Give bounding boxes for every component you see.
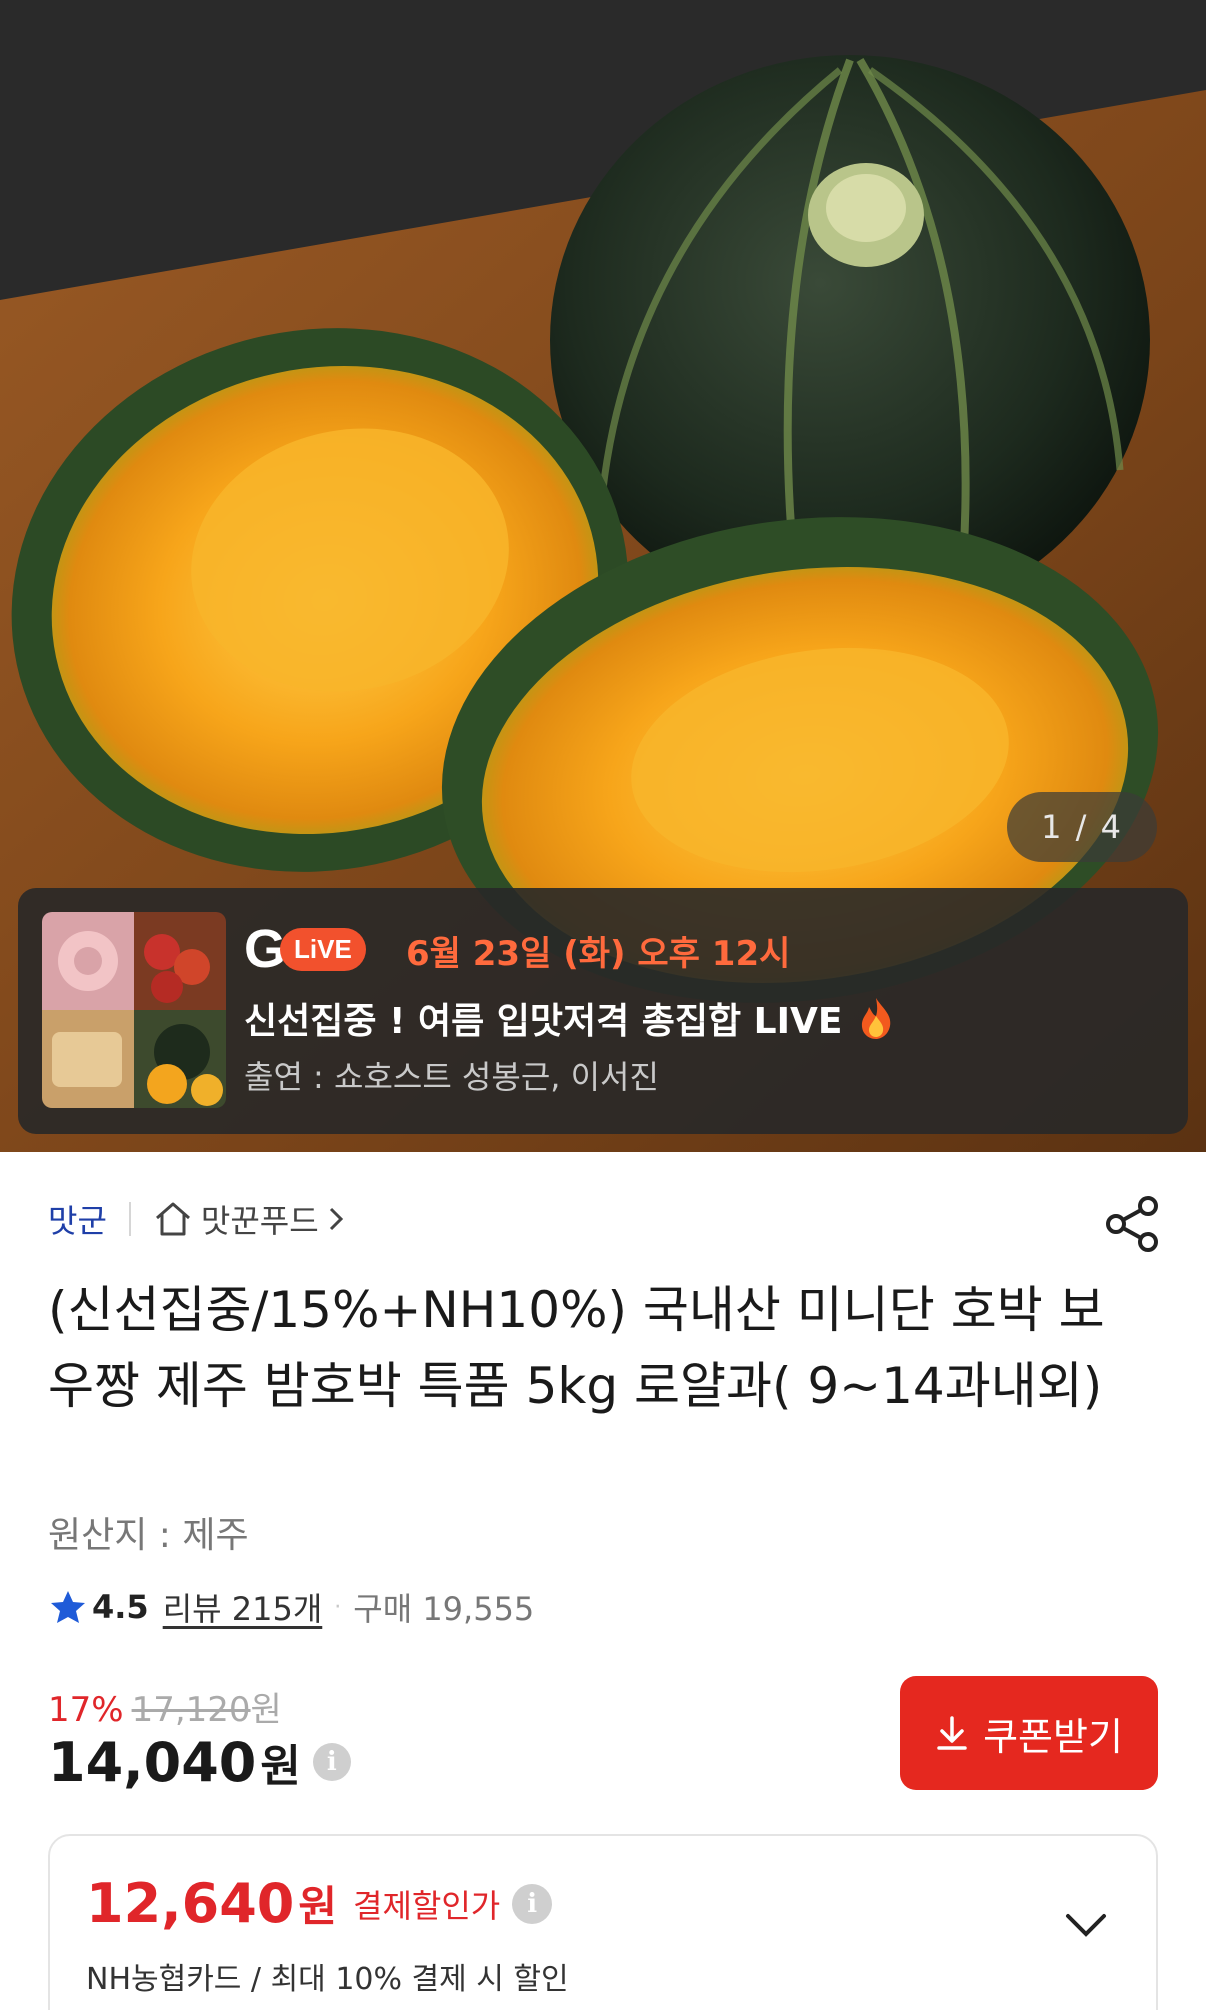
price-row: 14,040 원 i	[48, 1730, 351, 1794]
home-icon	[155, 1202, 190, 1236]
live-title: 신선집중 ! 여름 입맛저격 총집합 LIVE	[244, 992, 896, 1044]
original-price: 17,120	[131, 1690, 251, 1730]
coupon-label: 쿠폰받기	[983, 1714, 1123, 1759]
share-icon[interactable]	[1104, 1196, 1160, 1252]
price-info-icon[interactable]: i	[312, 1743, 351, 1781]
seller-row: 맛군 맛꾼푸드	[48, 1196, 345, 1242]
card-discount-panel[interactable]: 12,640 원 결제할인가 i NH농협카드 / 최대 10% 결제 시 할인	[48, 1834, 1158, 2010]
live-title-text: 신선집중 ! 여름 입맛저격 총집합 LIVE	[244, 1001, 843, 1042]
reviews-link[interactable]: 리뷰 215개	[163, 1584, 323, 1630]
card-price-row: 12,640 원 결제할인가 i	[86, 1872, 553, 1935]
live-badge: LiVE	[280, 927, 366, 971]
discount-row: 17% 17,120 원	[48, 1682, 282, 1731]
dot-separator: ·	[334, 1594, 342, 1620]
product-title: (신선집중/15%+NH10%) 국내산 미니단 호박 보우짱 제주 밤호박 특…	[48, 1281, 1105, 1415]
rating-row: 4.5 리뷰 215개 · 구매 19,555	[50, 1584, 534, 1630]
chevron-down-icon[interactable]	[1062, 1906, 1110, 1942]
g-live-logo: G LiVE	[244, 922, 366, 976]
live-cast: 출연 : 쇼호스트 성봉근, 이서진	[244, 1058, 659, 1096]
product-origin: 원산지 : 제주	[48, 1515, 249, 1556]
original-price-unit: 원	[250, 1690, 282, 1730]
sale-price: 14,040	[48, 1730, 257, 1794]
card-discount-price: 12,640	[86, 1872, 295, 1935]
live-broadcast-banner[interactable]: G LiVE 6월 23일 (화) 오후 12시 신선집중 ! 여름 입맛저격 …	[18, 888, 1188, 1134]
purchase-count: 구매 19,555	[353, 1590, 535, 1628]
fire-icon	[862, 998, 891, 1039]
store-link[interactable]: 맛꾼푸드	[153, 1196, 345, 1242]
sale-price-unit: 원	[260, 1741, 301, 1792]
rating-score: 4.5	[92, 1588, 149, 1626]
coupon-download-button[interactable]: 쿠폰받기	[900, 1676, 1158, 1790]
live-thumbnail	[42, 912, 226, 1108]
star-icon	[51, 1591, 85, 1623]
store-name: 맛꾼푸드	[200, 1202, 319, 1240]
chevron-right-icon	[329, 1207, 343, 1231]
card-price-unit: 원	[298, 1882, 338, 1931]
image-counter: 1 / 4	[1007, 792, 1157, 862]
divider	[128, 1202, 131, 1236]
card-discount-description: NH농협카드 / 최대 10% 결제 시 할인	[86, 1962, 569, 1997]
download-icon	[937, 1716, 967, 1750]
card-discount-label: 결제할인가	[353, 1886, 501, 1925]
brand-link[interactable]: 맛군	[48, 1196, 107, 1242]
live-date: 6월 23일 (화) 오후 12시	[406, 934, 791, 974]
product-image-gallery[interactable]: 1 / 4 G LiVE 6월 23일 (화) 오후 12시 신선집중 ! 여름…	[0, 0, 1206, 1152]
card-info-icon[interactable]: i	[512, 1883, 553, 1924]
discount-rate: 17%	[48, 1690, 124, 1730]
